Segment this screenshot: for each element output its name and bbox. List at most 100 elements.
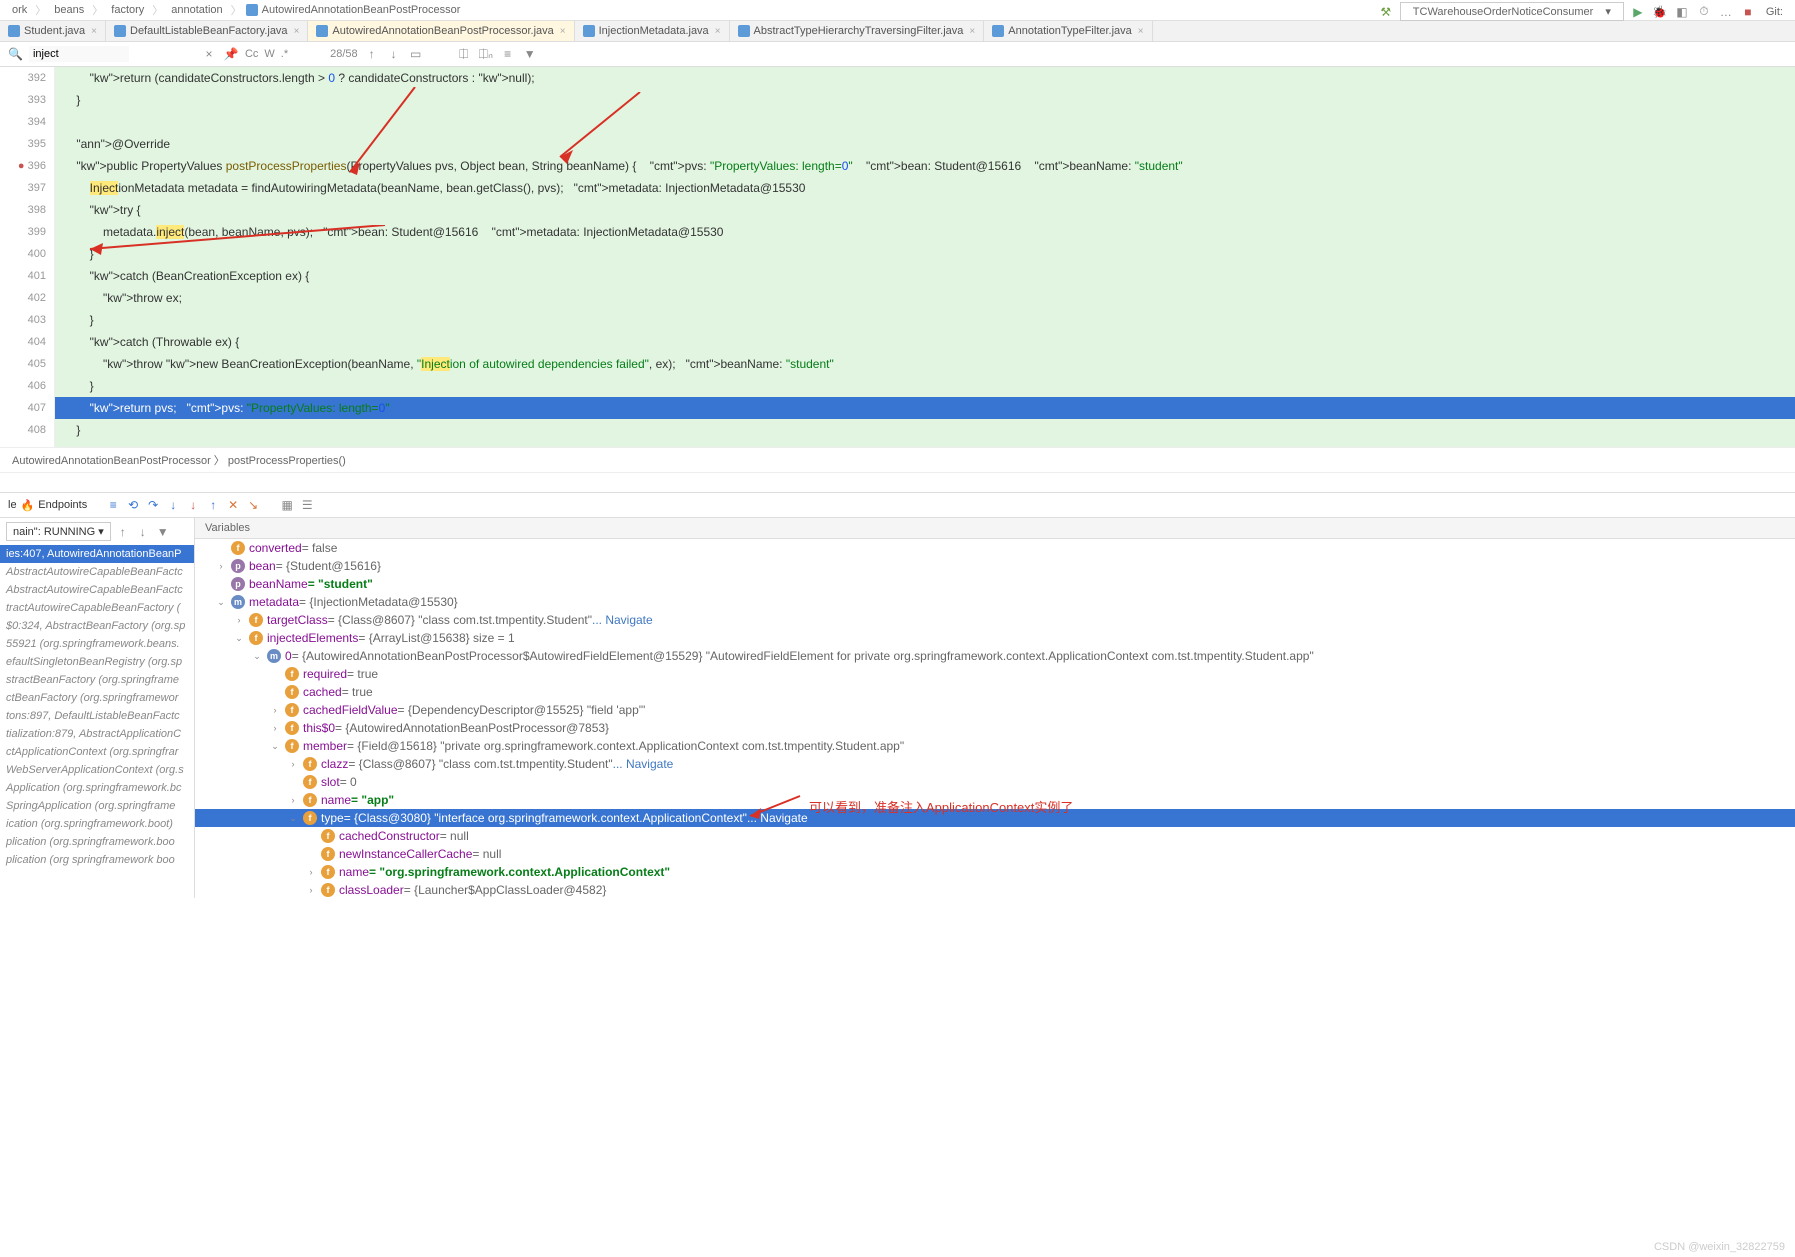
expand-icon[interactable]: › bbox=[305, 885, 317, 895]
close-tab-icon[interactable]: × bbox=[715, 26, 721, 37]
var-node[interactable]: ›fcachedFieldValue = {DependencyDescript… bbox=[195, 701, 1795, 719]
tab-abstracttypehierarchytraversingfilter-java[interactable]: AbstractTypeHierarchyTraversingFilter.ja… bbox=[730, 21, 985, 41]
frame-item[interactable]: SpringApplication (org.springframe bbox=[0, 797, 194, 815]
select-all-icon[interactable]: ▭ bbox=[408, 46, 424, 62]
var-node[interactable]: fslot = 0 bbox=[195, 773, 1795, 791]
profile-icon[interactable]: ⏱ bbox=[1696, 4, 1712, 20]
code-line[interactable]: } bbox=[55, 309, 1795, 331]
var-node[interactable]: fconverted = false bbox=[195, 539, 1795, 557]
force-step-into-icon[interactable]: ↓ bbox=[185, 497, 201, 513]
code-line[interactable]: "kw">try { bbox=[55, 199, 1795, 221]
var-node[interactable]: frequired = true bbox=[195, 665, 1795, 683]
frame-item[interactable]: plication (org.springframework.boo bbox=[0, 833, 194, 851]
frame-item[interactable]: tractAutowireCapableBeanFactory ( bbox=[0, 599, 194, 617]
var-node[interactable]: ›ftargetClass = {Class@8607} "class com.… bbox=[195, 611, 1795, 629]
filter-icon[interactable]: ⎅ bbox=[456, 46, 472, 62]
search-input[interactable] bbox=[29, 46, 129, 62]
tab-student-java[interactable]: Student.java× bbox=[0, 21, 106, 41]
code-line[interactable]: "ann">@Override bbox=[55, 133, 1795, 155]
prev-match-icon[interactable]: ↑ bbox=[364, 46, 380, 62]
code-line[interactable]: InjectionMetadata metadata = findAutowir… bbox=[55, 177, 1795, 199]
var-node[interactable]: ›fclazz = {Class@8607} "class com.tst.tm… bbox=[195, 755, 1795, 773]
code-line[interactable]: "kw">return pvs; "cmt">pvs: "PropertyVal… bbox=[55, 397, 1795, 419]
code-line[interactable] bbox=[55, 111, 1795, 133]
frame-item[interactable]: ctApplicationContext (org.springfrar bbox=[0, 743, 194, 761]
pin-icon[interactable]: 📌 bbox=[223, 46, 239, 62]
stop-icon[interactable]: ■ bbox=[1740, 4, 1756, 20]
frame-item[interactable]: ctBeanFactory (org.springframewor bbox=[0, 689, 194, 707]
code-line[interactable]: } bbox=[55, 375, 1795, 397]
filter-frames-icon[interactable]: ▼ bbox=[155, 524, 171, 540]
frame-item[interactable]: stractBeanFactory (org.springframe bbox=[0, 671, 194, 689]
close-tab-icon[interactable]: × bbox=[969, 26, 975, 37]
run-icon[interactable]: ▶ bbox=[1630, 4, 1646, 20]
close-tab-icon[interactable]: × bbox=[1138, 26, 1144, 37]
tab-injectionmetadata-java[interactable]: InjectionMetadata.java× bbox=[575, 21, 730, 41]
build-icon[interactable]: ⚒ bbox=[1378, 4, 1394, 20]
frame-item[interactable]: efaultSingletonBeanRegistry (org.sp bbox=[0, 653, 194, 671]
var-node[interactable]: fcached = true bbox=[195, 683, 1795, 701]
close-tab-icon[interactable]: × bbox=[294, 26, 300, 37]
restore-layout-icon[interactable]: ⟲ bbox=[125, 497, 141, 513]
debug-icon[interactable]: 🐞 bbox=[1652, 4, 1668, 20]
code-editor[interactable]: 392393394395● 39639739839940040140240340… bbox=[0, 67, 1795, 447]
expand-icon[interactable]: › bbox=[215, 561, 227, 571]
close-search-icon[interactable]: × bbox=[201, 46, 217, 62]
var-node[interactable]: ⌄mmetadata = {InjectionMetadata@15530} bbox=[195, 593, 1795, 611]
close-tab-icon[interactable]: × bbox=[91, 26, 97, 37]
frame-item[interactable]: Application (org.springframework.bc bbox=[0, 779, 194, 797]
expand-icon[interactable]: › bbox=[269, 723, 281, 733]
frame-item[interactable]: ies:407, AutowiredAnnotationBeanP bbox=[0, 545, 194, 563]
frame-item[interactable]: 55921 (org.springframework.beans. bbox=[0, 635, 194, 653]
more-icon[interactable]: ≡ bbox=[500, 46, 516, 62]
drop-frame-icon[interactable]: ✕ bbox=[225, 497, 241, 513]
expand-icon[interactable]: › bbox=[287, 795, 299, 805]
code-line[interactable]: } bbox=[55, 419, 1795, 441]
run-to-cursor-icon[interactable]: ↘ bbox=[245, 497, 261, 513]
expand-icon[interactable]: ⌄ bbox=[233, 633, 245, 644]
attach-icon[interactable]: … bbox=[1718, 4, 1734, 20]
frame-item[interactable]: plication (org springframework boo bbox=[0, 851, 194, 869]
expand-icon[interactable]: ⌄ bbox=[269, 741, 281, 752]
frame-item[interactable]: ication (org.springframework.boot) bbox=[0, 815, 194, 833]
thread-select[interactable]: nain": RUNNING ▾ bbox=[6, 522, 111, 541]
frame-item[interactable]: $0:324, AbstractBeanFactory (org.sp bbox=[0, 617, 194, 635]
evaluate-icon[interactable]: ▦ bbox=[279, 497, 295, 513]
expand-icon[interactable]: › bbox=[287, 759, 299, 769]
var-node[interactable]: ›fname = "org.springframework.context.Ap… bbox=[195, 863, 1795, 881]
step-over-icon[interactable]: ↷ bbox=[145, 497, 161, 513]
expand-icon[interactable]: › bbox=[269, 705, 281, 715]
code-line[interactable]: } bbox=[55, 89, 1795, 111]
funnel-icon[interactable]: ▼ bbox=[522, 46, 538, 62]
code-line[interactable]: "kw">throw ex; bbox=[55, 287, 1795, 309]
filter2-icon[interactable]: ⎅ₙ bbox=[478, 46, 494, 62]
tab-autowiredannotationbeanpostprocessor-java[interactable]: AutowiredAnnotationBeanPostProcessor.jav… bbox=[308, 21, 574, 41]
frame-item[interactable]: tialization:879, AbstractApplicationC bbox=[0, 725, 194, 743]
var-node[interactable]: ›pbean = {Student@15616} bbox=[195, 557, 1795, 575]
close-tab-icon[interactable]: × bbox=[560, 26, 566, 37]
step-into-icon[interactable]: ↓ bbox=[165, 497, 181, 513]
var-node[interactable]: fcachedConstructor = null bbox=[195, 827, 1795, 845]
tab-defaultlistablebeanfactory-java[interactable]: DefaultListableBeanFactory.java× bbox=[106, 21, 308, 41]
trace-icon[interactable]: ☰ bbox=[299, 497, 315, 513]
step-out-icon[interactable]: ↑ bbox=[205, 497, 221, 513]
next-match-icon[interactable]: ↓ bbox=[386, 46, 402, 62]
code-line[interactable] bbox=[55, 441, 1795, 447]
frame-item[interactable]: AbstractAutowireCapableBeanFactc bbox=[0, 581, 194, 599]
code-line[interactable]: "kw">catch (Throwable ex) { bbox=[55, 331, 1795, 353]
coverage-icon[interactable]: ◧ bbox=[1674, 4, 1690, 20]
editor-breadcrumb[interactable]: AutowiredAnnotationBeanPostProcessor 〉 p… bbox=[0, 447, 1795, 473]
var-node[interactable]: ⌄fmember = {Field@15618} "private org.sp… bbox=[195, 737, 1795, 755]
code-line[interactable]: "kw">public PropertyValues postProcessPr… bbox=[55, 155, 1795, 177]
code-line[interactable]: "kw">return (candidateConstructors.lengt… bbox=[55, 67, 1795, 89]
run-config-select[interactable]: TCWarehouseOrderNoticeConsumer▾ bbox=[1400, 2, 1624, 21]
code-line[interactable]: } bbox=[55, 243, 1795, 265]
next-frame-icon[interactable]: ↓ bbox=[135, 524, 151, 540]
code-line[interactable]: "kw">catch (BeanCreationException ex) { bbox=[55, 265, 1795, 287]
code-line[interactable]: "kw">throw "kw">new BeanCreationExceptio… bbox=[55, 353, 1795, 375]
frame-item[interactable]: AbstractAutowireCapableBeanFactc bbox=[0, 563, 194, 581]
frame-item[interactable]: tons:897, DefaultListableBeanFactc bbox=[0, 707, 194, 725]
expand-icon[interactable]: ⌄ bbox=[251, 651, 263, 662]
frame-item[interactable]: WebServerApplicationContext (org.s bbox=[0, 761, 194, 779]
var-node[interactable]: fnewInstanceCallerCache = null bbox=[195, 845, 1795, 863]
